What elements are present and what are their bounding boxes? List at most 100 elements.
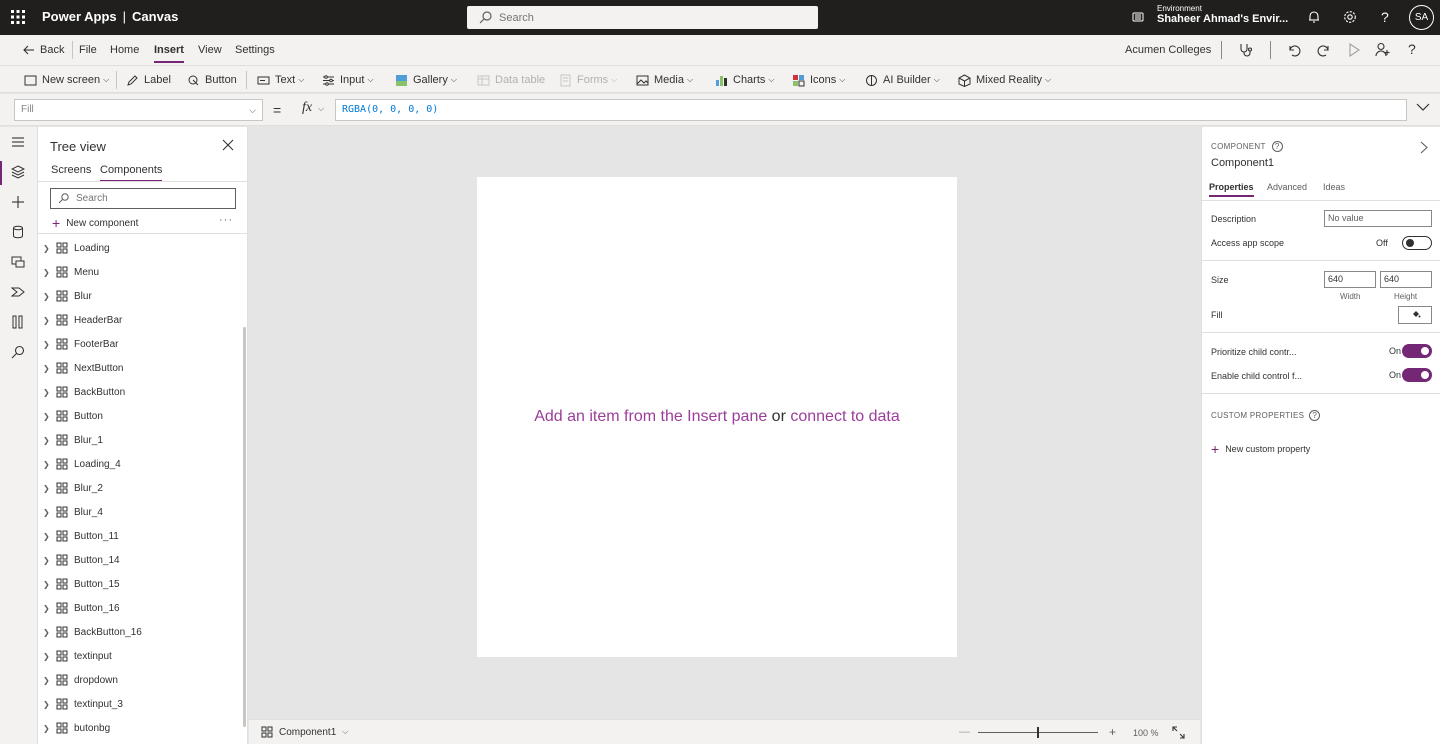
chevron-right-icon[interactable]: ❯ [43,676,51,685]
formula-input[interactable]: RGBA(0, 0, 0, 0) [335,99,1407,121]
insert-input-dropdown[interactable]: Input ⌵ [322,72,374,88]
tree-item[interactable]: ❯ Button [38,404,242,428]
tab-advanced[interactable]: Advanced [1267,182,1307,192]
help-circle-icon[interactable]: ? [1309,410,1321,421]
search-icon[interactable] [11,345,27,361]
back-button[interactable]: Back [23,44,64,56]
chevron-right-icon[interactable]: ❯ [43,316,51,325]
expand-formula-chevron-icon[interactable] [1416,103,1430,112]
tree-item[interactable]: ❯ NextButton [38,356,242,380]
settings-gear-icon[interactable] [1343,10,1357,24]
tree-item[interactable]: ❯ textinput [38,644,242,668]
tree-item[interactable]: ❯ Button_14 [38,548,242,572]
tree-item[interactable]: ❯ FooterBar [38,332,242,356]
global-search[interactable] [467,6,818,29]
insert-ai-builder-dropdown[interactable]: AI Builder ⌵ [865,72,940,88]
chevron-right-icon[interactable]: ❯ [43,340,51,349]
new-screen-button[interactable]: New screen ⌵ [24,72,109,88]
tab-screens[interactable]: Screens [51,164,91,176]
component-name[interactable]: Component1 [1211,157,1274,169]
tree-item[interactable]: ❯ BackButton [38,380,242,404]
insert-text-dropdown[interactable]: Text ⌵ [257,72,304,88]
tree-search[interactable] [50,188,236,209]
insert-forms-dropdown[interactable]: Forms ⌵ [559,72,617,88]
chevron-right-icon[interactable]: ❯ [43,604,51,613]
access-scope-toggle[interactable] [1402,236,1432,250]
menu-settings[interactable]: Settings [235,44,275,56]
tree-item[interactable]: ❯ Menu [38,260,242,284]
zoom-slider-thumb[interactable] [1037,727,1039,738]
insert-media-dropdown[interactable]: Media ⌵ [636,72,693,88]
close-icon[interactable] [222,139,234,151]
chevron-right-icon[interactable]: ❯ [43,244,51,253]
canvas-area[interactable]: Add an item from the Insert pane or conn… [249,127,1200,719]
tree-item[interactable]: ❯ HeaderBar [38,308,242,332]
hamburger-menu-icon[interactable] [11,136,27,152]
user-avatar[interactable]: SA [1409,5,1434,30]
tree-view-layers-icon[interactable] [0,161,27,185]
tree-item[interactable]: ❯ Button_16 [38,596,242,620]
chevron-right-icon[interactable]: ❯ [43,412,51,421]
tree-item[interactable]: ❯ Blur [38,284,242,308]
zoom-out-button[interactable]: — [959,726,970,738]
description-input[interactable]: No value [1324,210,1432,227]
tree-item[interactable]: ❯ Blur_2 [38,476,242,500]
tree-item[interactable]: ❯ textinput_3 [38,692,242,716]
tree-scrollbar[interactable] [243,327,246,727]
chevron-right-icon[interactable]: ❯ [43,268,51,277]
enable-child-toggle[interactable] [1402,368,1432,382]
tree-item[interactable]: ❯ Button_15 [38,572,242,596]
tab-components[interactable]: Components [100,164,163,182]
chevron-right-icon[interactable]: ❯ [43,724,51,733]
undo-icon[interactable] [1287,43,1301,57]
zoom-in-button[interactable]: + [1109,725,1116,739]
chevron-right-icon[interactable]: ❯ [43,652,51,661]
chevron-right-icon[interactable]: ❯ [43,508,51,517]
fit-to-window-icon[interactable] [1172,726,1185,739]
notifications-icon[interactable] [1307,10,1321,24]
chevron-right-icon[interactable]: ❯ [43,700,51,709]
chevron-right-icon[interactable]: ❯ [43,532,51,541]
insert-icons-dropdown[interactable]: Icons ⌵ [792,72,845,88]
component-selector[interactable]: Component1 ⌵ [261,726,348,738]
global-search-input[interactable] [499,6,799,29]
tree-item[interactable]: ❯ Blur_4 [38,500,242,524]
redo-icon[interactable] [1317,43,1331,57]
tab-properties[interactable]: Properties [1209,182,1254,197]
app-launcher-icon[interactable] [11,10,25,24]
preview-play-icon[interactable] [1348,43,1360,57]
tree-item[interactable]: ❯ BackButton_16 [38,620,242,644]
app-title[interactable]: Power Apps | Canvas [42,9,178,24]
insert-plus-icon[interactable] [11,195,27,211]
menu-view[interactable]: View [198,44,222,56]
share-user-icon[interactable] [1375,42,1390,57]
tab-ideas[interactable]: Ideas [1323,182,1345,192]
chevron-right-icon[interactable]: ❯ [43,292,51,301]
tree-item[interactable]: ❯ dropdown [38,668,242,692]
tree-item[interactable]: ❯ butonbg [38,716,242,740]
help-icon[interactable]: ? [1408,41,1416,57]
insert-charts-dropdown[interactable]: Charts ⌵ [715,72,774,88]
insert-label-button[interactable]: Label [126,72,171,88]
property-dropdown[interactable]: Fill ⌵ [14,99,263,121]
media-icon[interactable] [11,255,27,271]
height-input[interactable]: 640 [1380,271,1432,288]
environment-name[interactable]: Shaheer Ahmad's Envir... [1157,13,1288,25]
environment-icon[interactable] [1131,10,1145,24]
insert-mixed-reality-dropdown[interactable]: Mixed Reality ⌵ [958,72,1051,88]
advanced-tools-icon[interactable] [11,315,27,331]
new-component-button[interactable]: + New component [52,215,138,231]
chevron-right-icon[interactable]: ❯ [43,628,51,637]
tree-item[interactable]: ❯ Blur_1 [38,428,242,452]
data-cylinder-icon[interactable] [11,225,27,241]
tree-item[interactable]: ❯ Button_11 [38,524,242,548]
function-fx-icon[interactable]: fx [302,100,312,116]
prioritize-child-toggle[interactable] [1402,344,1432,358]
app-checker-stethoscope-icon[interactable] [1238,42,1254,58]
chevron-down-icon[interactable]: ⌵ [318,104,324,114]
tree-search-input[interactable] [76,189,226,208]
chevron-right-icon[interactable]: ❯ [43,364,51,373]
chevron-right-icon[interactable] [1420,141,1428,154]
chevron-right-icon[interactable]: ❯ [43,460,51,469]
menu-file[interactable]: File [79,44,97,56]
